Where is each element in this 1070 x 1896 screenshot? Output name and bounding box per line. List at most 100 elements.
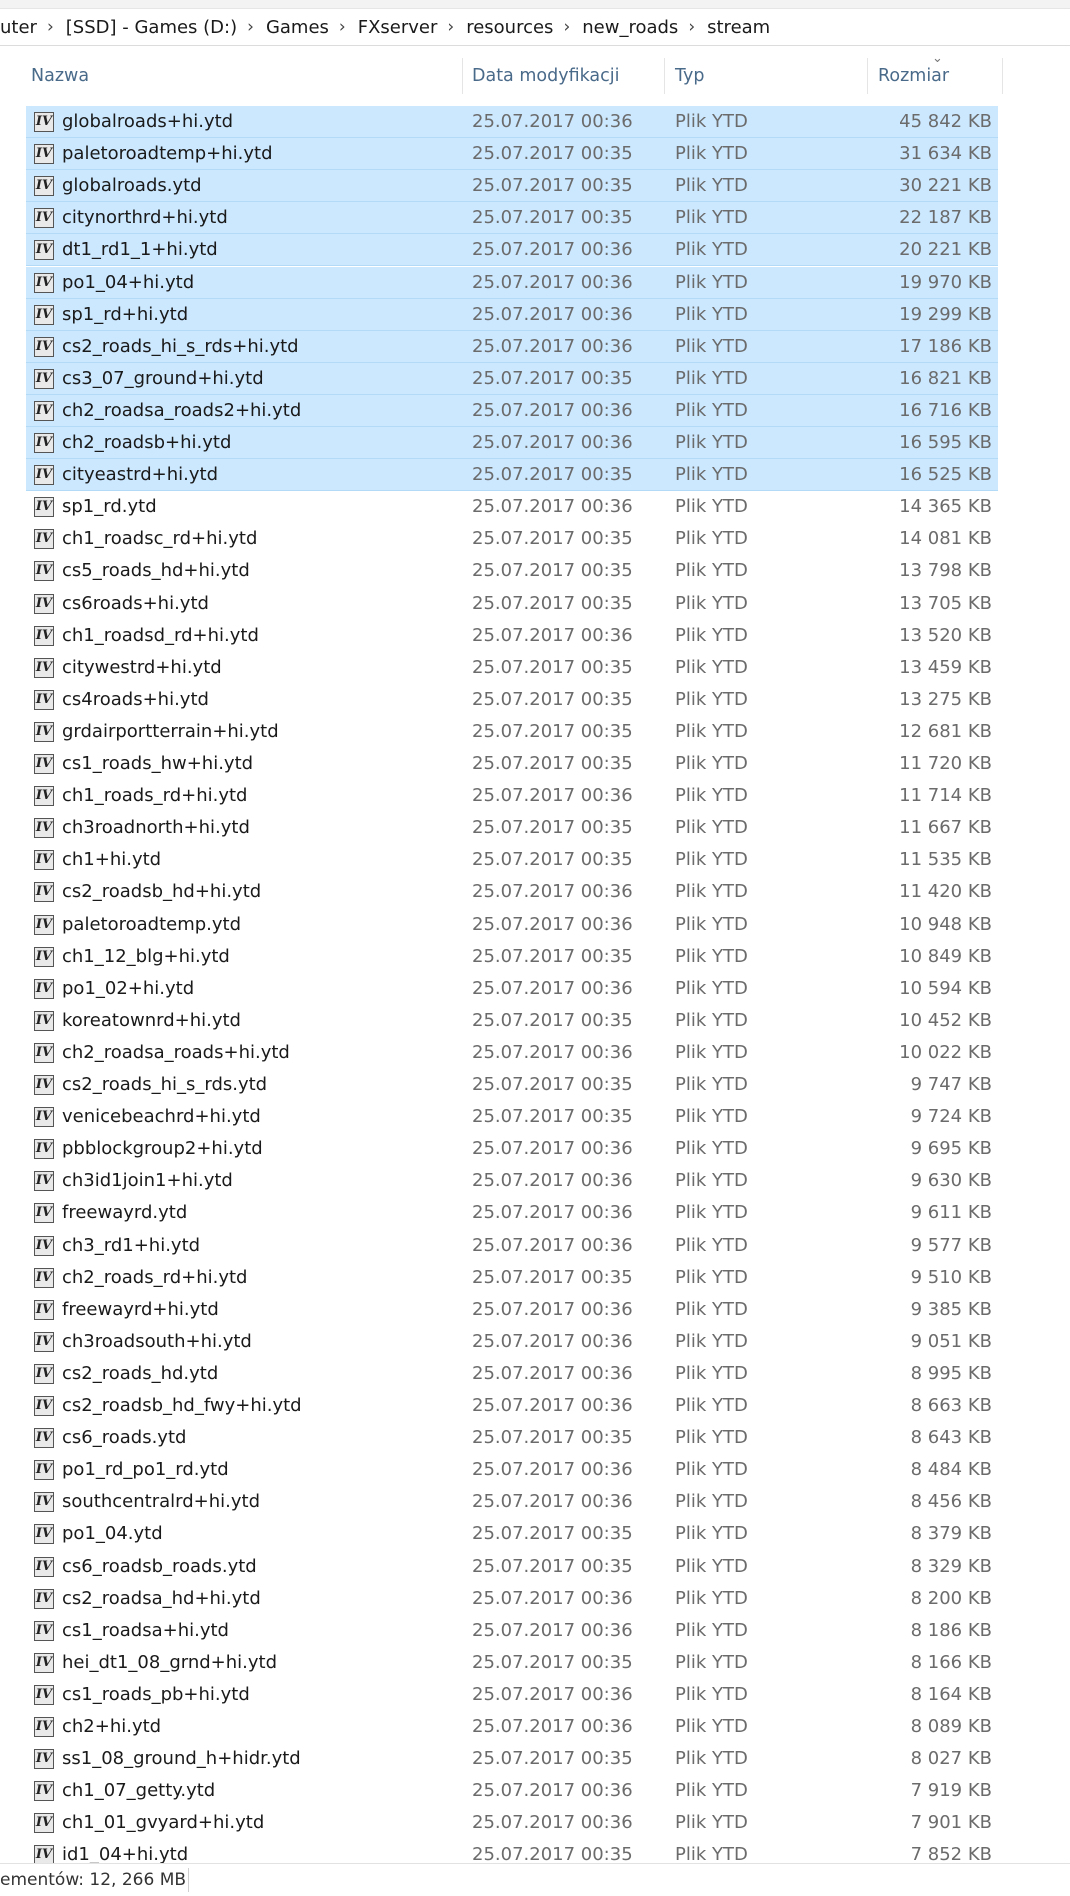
file-size: 8 643 KB xyxy=(910,1427,992,1449)
file-row[interactable]: IV ss1_08_ground_h+hidr.ytd 25.07.2017 00:… xyxy=(26,1743,998,1775)
file-row[interactable]: IV ch2_roadsa_roads2+hi.ytd 25.07.2017 00:… xyxy=(26,394,998,427)
file-row[interactable]: IV ch2_roads_rd+hi.ytd 25.07.2017 00:35 Pli… xyxy=(26,1262,998,1294)
file-row[interactable]: IV cs5_roads_hd+hi.ytd 25.07.2017 00:35 Pli… xyxy=(26,555,998,587)
file-type: Plik YTD xyxy=(675,111,748,132)
column-header-type[interactable]: Typ xyxy=(675,56,704,96)
ytd-file-icon: IV xyxy=(34,1492,54,1513)
file-row[interactable]: IV southcentralrd+hi.ytd 25.07.2017 00:36 P… xyxy=(26,1486,998,1518)
file-row[interactable]: IV cs2_roads_hi_s_rds.ytd 25.07.2017 00:35… xyxy=(26,1069,998,1101)
file-row[interactable]: IV cs1_roads_pb+hi.ytd 25.07.2017 00:36 Pli… xyxy=(26,1679,998,1711)
file-row[interactable]: IV po1_rd_po1_rd.ytd 25.07.2017 00:36 Plik … xyxy=(26,1454,998,1486)
file-date-modified: 25.07.2017 00:35 xyxy=(472,656,633,678)
breadcrumb-chevron-icon[interactable]: › xyxy=(684,17,699,37)
file-date-modified: 25.07.2017 00:35 xyxy=(472,1555,633,1577)
column-header-name[interactable]: Nazwa xyxy=(31,56,89,96)
file-row[interactable]: IV cs2_roads_hi_s_rds+hi.ytd 25.07.2017 00… xyxy=(26,330,998,363)
file-size: 12 681 KB xyxy=(899,720,992,742)
file-row[interactable]: IV citywestrd+hi.ytd 25.07.2017 00:35 Plik … xyxy=(26,652,998,684)
ytd-file-icon: IV xyxy=(34,1813,54,1834)
file-row[interactable]: IV ch2_roadsa_roads+hi.ytd 25.07.2017 00:3… xyxy=(26,1037,998,1069)
file-row[interactable]: IV venicebeachrd+hi.ytd 25.07.2017 00:35 Pl… xyxy=(26,1101,998,1133)
file-row[interactable]: IV cs1_roads_hw+hi.ytd 25.07.2017 00:35 Pli… xyxy=(26,748,998,780)
file-row[interactable]: IV dt1_rd1_1+hi.ytd 25.07.2017 00:36 Plik Y… xyxy=(26,234,998,267)
file-row[interactable]: IV cs2_roads_hd.ytd 25.07.2017 00:36 Plik Y… xyxy=(26,1358,998,1390)
file-date-modified: 25.07.2017 00:36 xyxy=(472,432,633,453)
column-divider[interactable] xyxy=(1002,58,1003,94)
breadcrumb-chevron-icon[interactable]: › xyxy=(243,17,258,37)
file-size: 16 821 KB xyxy=(899,367,992,389)
file-row[interactable]: IV ch1_07_getty.ytd 25.07.2017 00:36 Plik Y… xyxy=(26,1775,998,1807)
file-row[interactable]: IV cs4roads+hi.ytd 25.07.2017 00:35 Plik YT… xyxy=(26,684,998,716)
file-row[interactable]: IV koreatownrd+hi.ytd 25.07.2017 00:35 Plik… xyxy=(26,1005,998,1037)
breadcrumb-item[interactable]: FXserver xyxy=(350,17,444,38)
file-row[interactable]: IV globalroads+hi.ytd 25.07.2017 00:36 Plik… xyxy=(26,106,998,138)
file-type: Plik YTD xyxy=(675,1427,748,1449)
file-row[interactable]: IV po1_04+hi.ytd 25.07.2017 00:36 Plik YTD 1… xyxy=(26,266,998,299)
file-row[interactable]: IV ch1_12_blg+hi.ytd 25.07.2017 00:35 Plik … xyxy=(26,941,998,973)
file-row[interactable]: IV cs1_roadsa+hi.ytd 25.07.2017 00:36 Plik … xyxy=(26,1615,998,1647)
file-size: 16 525 KB xyxy=(899,464,992,486)
column-divider[interactable] xyxy=(867,58,868,94)
file-name: cs2_roads_hd.ytd xyxy=(62,1362,219,1384)
breadcrumb-chevron-icon[interactable]: › xyxy=(43,17,58,37)
breadcrumb-chevron-icon[interactable]: › xyxy=(443,17,458,37)
breadcrumb-item[interactable]: [SSD] - Games (D:) xyxy=(58,17,243,38)
file-row[interactable]: IV ch2+hi.ytd 25.07.2017 00:36 Plik YTD 8 08… xyxy=(26,1711,998,1743)
file-row[interactable]: IV cs3_07_ground+hi.ytd 25.07.2017 00:35 Pl… xyxy=(26,362,998,395)
file-name: paletoroadtemp+hi.ytd xyxy=(62,143,273,165)
file-row[interactable]: IV cs6_roads.ytd 25.07.2017 00:35 Plik YTD 8… xyxy=(26,1422,998,1454)
breadcrumb-item[interactable]: uter xyxy=(0,17,43,38)
file-row[interactable]: IV freewayrd.ytd 25.07.2017 00:36 Plik YTD 9… xyxy=(26,1197,998,1229)
file-row[interactable]: IV cs2_roadsb_hd_fwy+hi.ytd 25.07.2017 00:… xyxy=(26,1390,998,1422)
file-type: Plik YTD xyxy=(675,1138,748,1160)
file-row[interactable]: IV pbblockgroup2+hi.ytd 25.07.2017 00:36 Pl… xyxy=(26,1133,998,1165)
file-date-modified: 25.07.2017 00:35 xyxy=(472,528,633,550)
file-date-modified: 25.07.2017 00:36 xyxy=(472,335,633,357)
address-bar[interactable]: uter › [SSD] - Games (D:) › Games › FXserver › r… xyxy=(0,9,1070,46)
file-row[interactable]: IV ch3roadsouth+hi.ytd 25.07.2017 00:36 Pli… xyxy=(26,1326,998,1358)
breadcrumb-item[interactable]: stream xyxy=(699,17,776,38)
file-type: Plik YTD xyxy=(675,753,748,774)
file-row[interactable]: IV grdairportterrain+hi.ytd 25.07.2017 00:… xyxy=(26,716,998,748)
file-row[interactable]: IV ch3_rd1+hi.ytd 25.07.2017 00:36 Plik YTD… xyxy=(26,1230,998,1262)
file-row[interactable]: IV cs2_roadsb_hd+hi.ytd 25.07.2017 00:36 Pl… xyxy=(26,876,998,908)
breadcrumb-item[interactable]: new_roads xyxy=(574,17,684,38)
breadcrumb-item[interactable]: resources xyxy=(458,17,559,38)
status-divider xyxy=(188,1868,189,1892)
file-row[interactable]: IV paletoroadtemp+hi.ytd 25.07.2017 00:35 P… xyxy=(26,138,998,171)
breadcrumb-chevron-icon[interactable]: › xyxy=(559,17,574,37)
file-type: Plik YTD xyxy=(675,1266,748,1288)
ytd-file-icon: IV xyxy=(34,1075,54,1095)
file-date-modified: 25.07.2017 00:35 xyxy=(472,560,633,582)
file-row[interactable]: IV paletoroadtemp.ytd 25.07.2017 00:36 Plik… xyxy=(26,909,998,941)
file-row[interactable]: IV sp1_rd.ytd 25.07.2017 00:36 Plik YTD 14 3… xyxy=(26,491,998,523)
breadcrumb-item[interactable]: Games xyxy=(258,17,335,38)
file-row[interactable]: IV po1_04.ytd 25.07.2017 00:35 Plik YTD 8 37… xyxy=(26,1518,998,1550)
file-name: cs6_roadsb_roads.ytd xyxy=(62,1555,257,1577)
file-row[interactable]: IV ch3roadnorth+hi.ytd 25.07.2017 00:35 Pli… xyxy=(26,812,998,844)
breadcrumb-chevron-icon[interactable]: › xyxy=(335,17,350,37)
file-row[interactable]: IV cs2_roadsa_hd+hi.ytd 25.07.2017 00:36 Pl… xyxy=(26,1583,998,1615)
file-row[interactable]: IV ch1_roads_rd+hi.ytd 25.07.2017 00:36 Pli… xyxy=(26,780,998,812)
column-divider[interactable] xyxy=(462,58,463,94)
column-header-date[interactable]: Data modyfikacji xyxy=(472,56,620,96)
file-row[interactable]: IV ch2_roadsb+hi.ytd 25.07.2017 00:36 Plik … xyxy=(26,427,998,459)
file-row[interactable]: IV ch1_01_gvyard+hi.ytd 25.07.2017 00:36 Pl… xyxy=(26,1807,998,1839)
file-row[interactable]: IV cs6_roadsb_roads.ytd 25.07.2017 00:35 Pl… xyxy=(26,1551,998,1583)
file-row[interactable]: IV hei_dt1_08_grnd+hi.ytd 25.07.2017 00:35… xyxy=(26,1647,998,1679)
file-row[interactable]: IV citynorthrd+hi.ytd 25.07.2017 00:35 Plik… xyxy=(26,202,998,235)
file-row[interactable]: IV ch3id1join1+hi.ytd 25.07.2017 00:36 Plik… xyxy=(26,1165,998,1197)
ytd-file-icon: IV xyxy=(34,1556,54,1577)
file-date-modified: 25.07.2017 00:35 xyxy=(472,464,633,486)
file-row[interactable]: IV cs6roads+hi.ytd 25.07.2017 00:35 Plik YT… xyxy=(26,588,998,620)
file-row[interactable]: IV ch1_roadsc_rd+hi.ytd 25.07.2017 00:35 Pl… xyxy=(26,523,998,555)
file-row[interactable]: IV sp1_rd+hi.ytd 25.07.2017 00:36 Plik YTD 1… xyxy=(26,298,998,331)
file-row[interactable]: IV globalroads.ytd 25.07.2017 00:35 Plik YT… xyxy=(26,170,998,203)
file-row[interactable]: IV ch1_roadsd_rd+hi.ytd 25.07.2017 00:36 Pl… xyxy=(26,620,998,652)
file-row[interactable]: IV po1_02+hi.ytd 25.07.2017 00:36 Plik YTD 1… xyxy=(26,973,998,1005)
file-row[interactable]: IV cityeastrd+hi.ytd 25.07.2017 00:35 Plik … xyxy=(26,459,998,492)
file-row[interactable]: IV ch1+hi.ytd 25.07.2017 00:35 Plik YTD 11 5… xyxy=(26,844,998,876)
column-divider[interactable] xyxy=(664,58,665,94)
file-row[interactable]: IV freewayrd+hi.ytd 25.07.2017 00:36 Plik Y… xyxy=(26,1294,998,1326)
ytd-file-icon: IV xyxy=(34,304,54,325)
